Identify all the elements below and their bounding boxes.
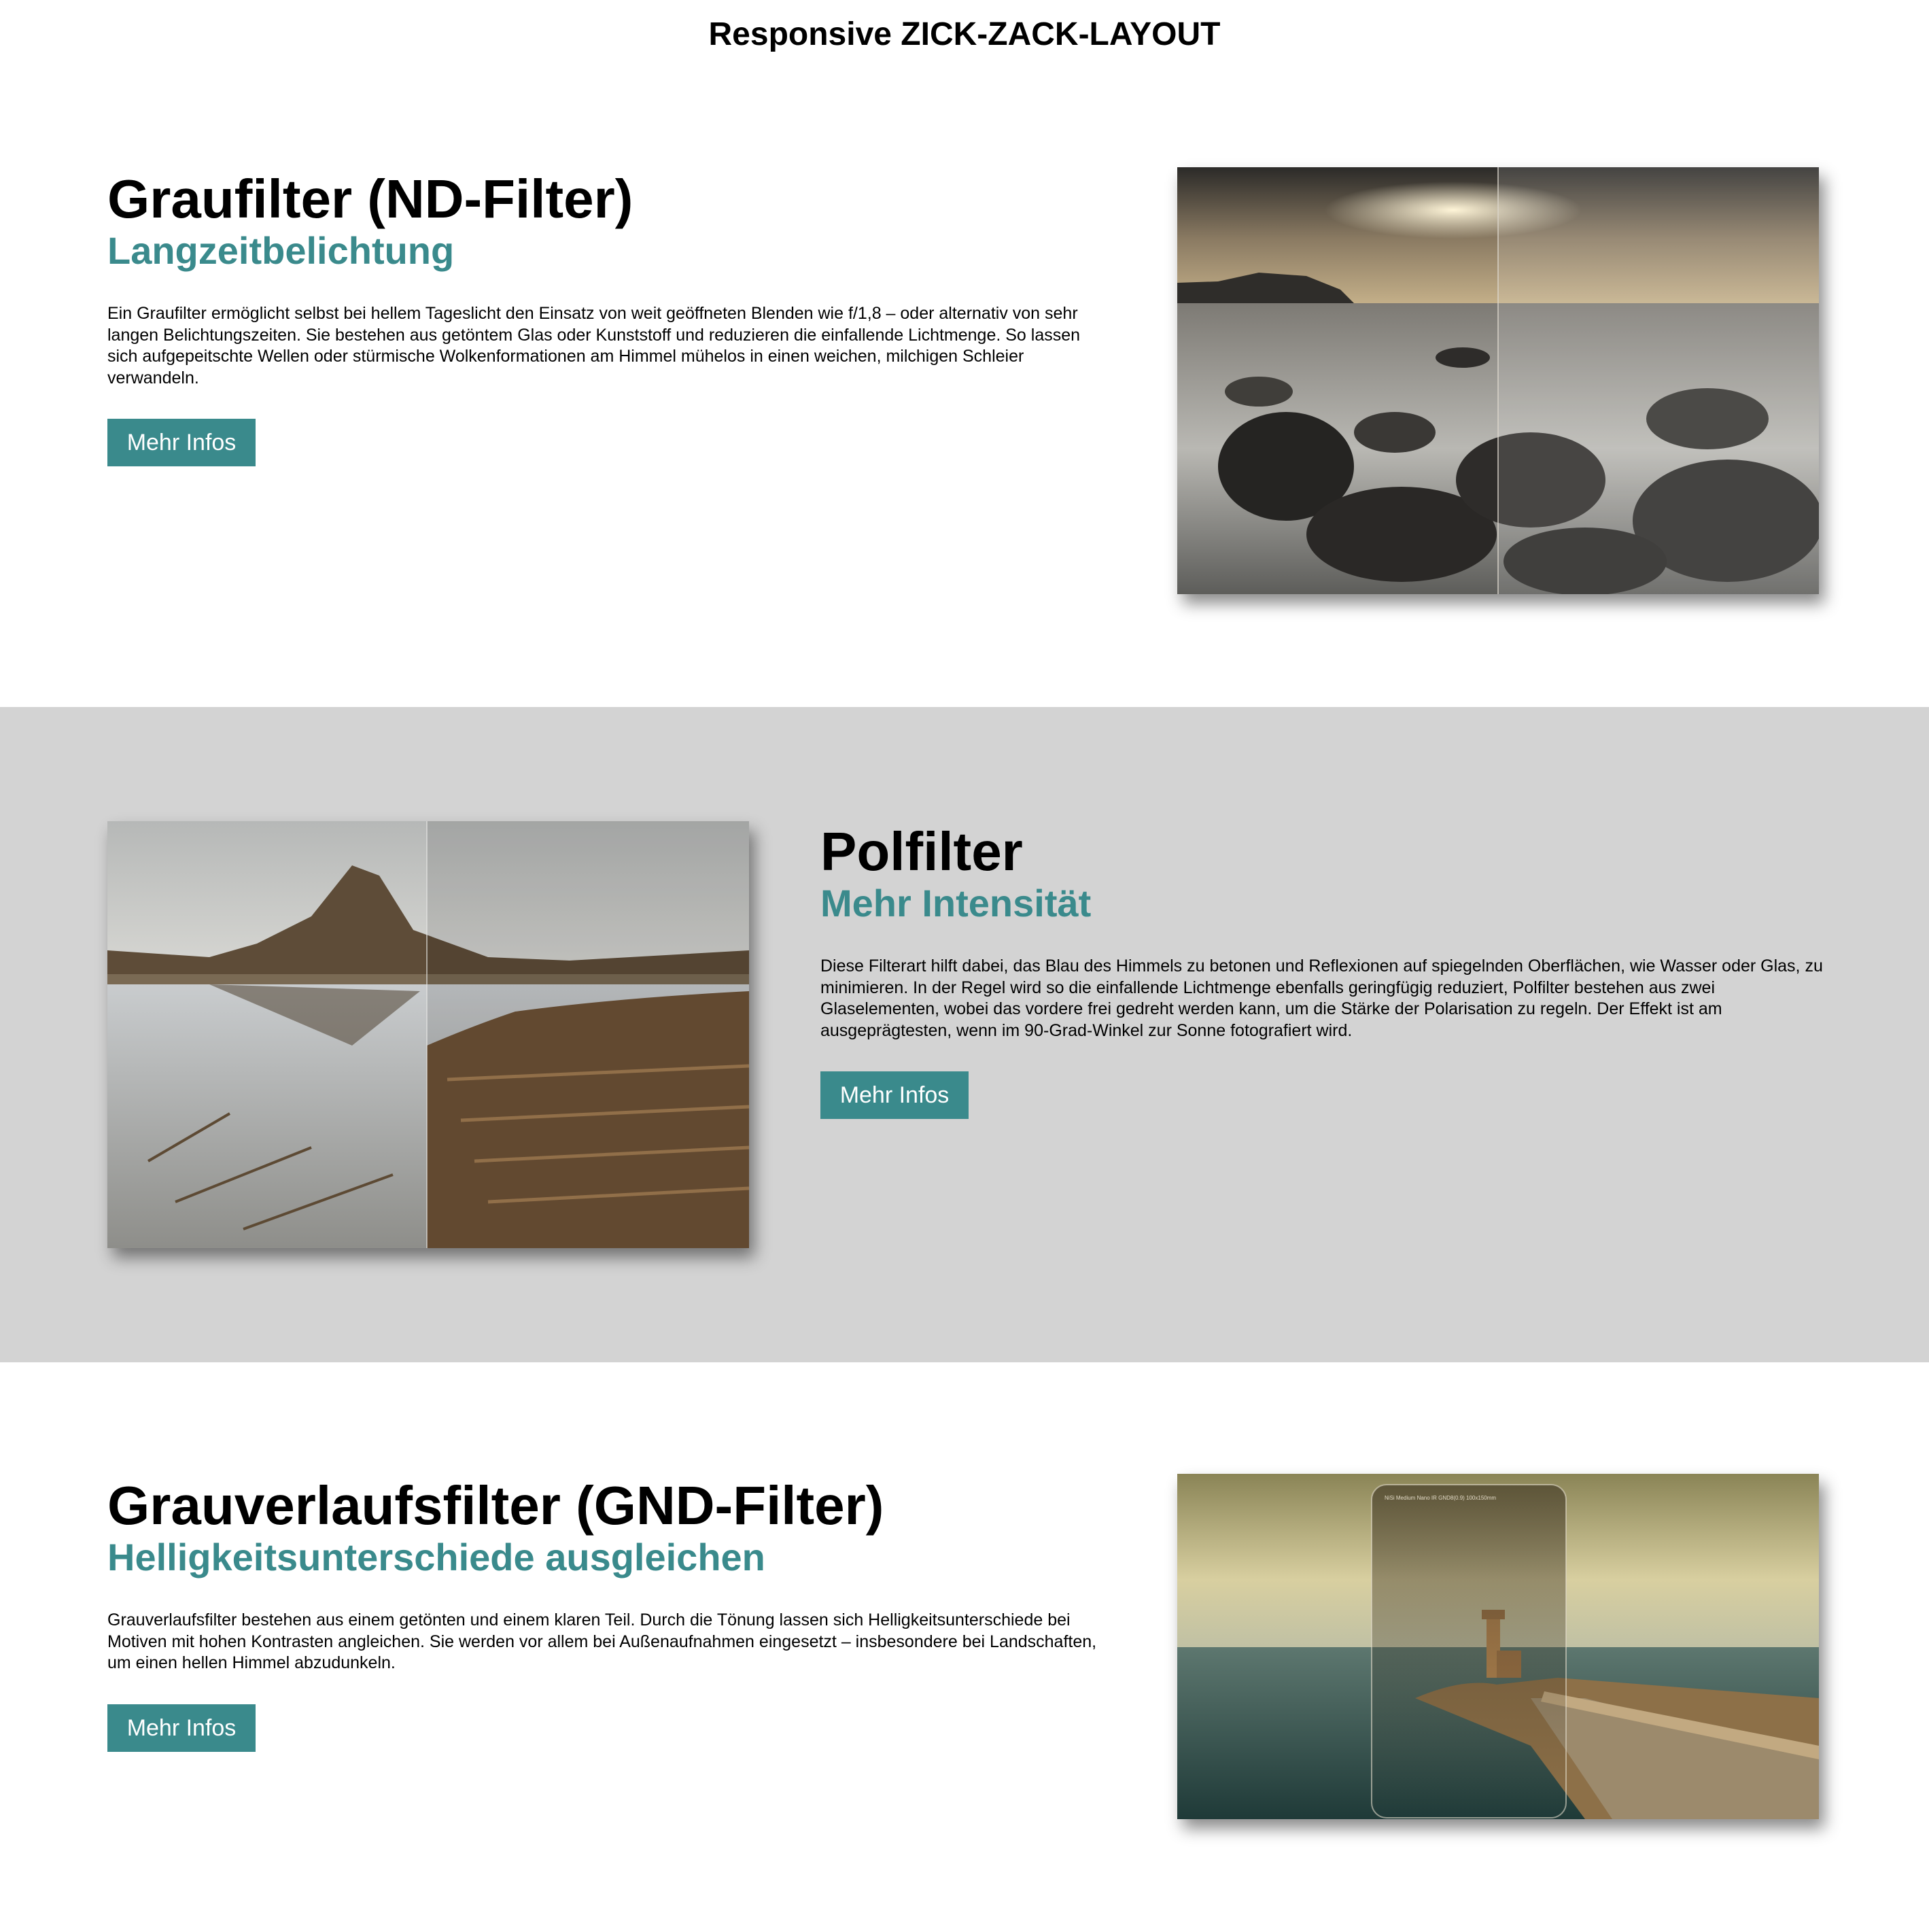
section-subheading: Mehr Intensität <box>820 882 1092 925</box>
section-heading: Grauverlaufsfilter (GND-Filter) <box>107 1475 884 1536</box>
more-info-button[interactable]: Mehr Infos <box>107 1704 256 1752</box>
section-body-text: Diese Filterart hilft dabei, das Blau de… <box>820 956 1823 1040</box>
page-title: Responsive ZICK-ZACK-LAYOUT <box>708 16 1221 52</box>
section-subheading: Langzeitbelichtung <box>107 229 455 272</box>
mountain-reflection-photo <box>107 821 749 1248</box>
section-gnd-filter: Grauverlaufsfilter (GND-Filter) Helligke… <box>0 1362 1929 1932</box>
filter-label-text: NiSi Medium Nano IR GND8(0.9) 100x150mm <box>1385 1495 1496 1501</box>
section-subheading: Helligkeitsunterschiede ausgleichen <box>107 1536 765 1579</box>
more-info-button[interactable]: Mehr Infos <box>820 1071 969 1119</box>
lighthouse-filter-photo: NiSi Medium Nano IR GND8(0.9) 100x150mm <box>1177 1474 1819 1819</box>
nd-filter-text-block: Graufilter (ND-Filter) Langzeitbelichtun… <box>107 169 1113 466</box>
more-info-button[interactable]: Mehr Infos <box>107 419 256 466</box>
seascape-rocks-photo <box>1177 167 1819 594</box>
section-heading: Graufilter (ND-Filter) <box>107 169 633 229</box>
polfilter-text-block: Polfilter Mehr Intensität Diese Filterar… <box>820 821 1826 1119</box>
section-heading: Polfilter <box>820 821 1023 882</box>
gnd-filter-text-block: Grauverlaufsfilter (GND-Filter) Helligke… <box>107 1475 1113 1752</box>
section-nd-filter: Graufilter (ND-Filter) Langzeitbelichtun… <box>0 68 1929 707</box>
section-body-text: Grauverlaufsfilter bestehen aus einem ge… <box>107 1610 1097 1672</box>
section-body-text: Ein Graufilter ermöglicht selbst bei hel… <box>107 304 1081 387</box>
section-polfilter: Polfilter Mehr Intensität Diese Filterar… <box>0 707 1929 1362</box>
